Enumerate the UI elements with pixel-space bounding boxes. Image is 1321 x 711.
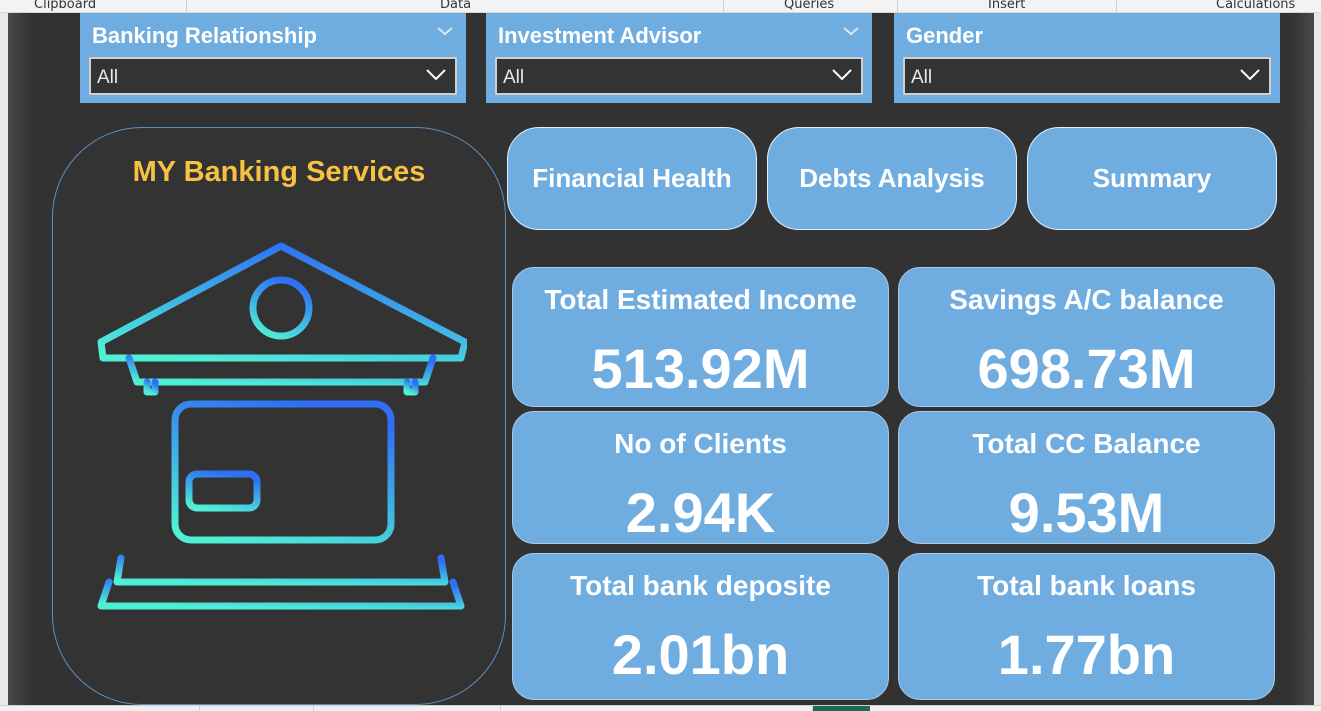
chevron-down-icon[interactable] xyxy=(842,24,860,38)
ribbon-group-queries[interactable]: Queries xyxy=(784,0,834,12)
page-tab[interactable] xyxy=(199,706,313,711)
kpi-label: Total bank deposite xyxy=(570,570,831,601)
ribbon-separator xyxy=(897,0,898,13)
slicer-dropdown[interactable]: All xyxy=(89,57,457,95)
chevron-down-icon[interactable] xyxy=(436,24,454,38)
chevron-down-icon xyxy=(1240,69,1260,81)
ribbon-separator xyxy=(1116,0,1117,13)
page-tab-active[interactable] xyxy=(812,706,870,711)
ribbon-group-calculations[interactable]: Calculations xyxy=(1216,0,1295,12)
kpi-value: 2.94K xyxy=(625,481,776,544)
slicer-investment-advisor: Investment Advisor All xyxy=(486,13,872,103)
kpi-label: Total bank loans xyxy=(977,570,1196,601)
kpi-label: Savings A/C balance xyxy=(949,284,1224,315)
ribbon-bar: Clipboard Data Queries Insert Calculatio… xyxy=(0,0,1321,13)
kpi-total-bank-deposit: Total bank deposite 2.01bn xyxy=(512,553,889,700)
bank-building-card-icon xyxy=(95,242,467,616)
slicer-selected-value: All xyxy=(503,67,525,88)
ribbon-group-clipboard[interactable]: Clipboard xyxy=(34,0,96,12)
page-tabs-strip xyxy=(0,705,1321,711)
financial-health-button[interactable]: Financial Health xyxy=(507,127,757,230)
ribbon-group-insert[interactable]: Insert xyxy=(988,0,1025,12)
ribbon-group-data[interactable]: Data xyxy=(440,0,471,12)
slicer-gender: Gender All xyxy=(894,13,1280,103)
kpi-value: 1.77bn xyxy=(997,623,1176,686)
logo-card: MY Banking Services xyxy=(52,127,506,705)
slicer-dropdown[interactable]: All xyxy=(495,57,863,95)
slicer-title: Banking Relationship xyxy=(92,23,317,48)
page-tab[interactable] xyxy=(313,706,500,711)
ribbon-separator xyxy=(723,0,724,13)
report-title: MY Banking Services xyxy=(132,156,426,188)
kpi-label: Total Estimated Income xyxy=(544,284,857,315)
ribbon-separator xyxy=(186,0,187,13)
kpi-value: 698.73M xyxy=(977,337,1196,400)
chevron-down-icon xyxy=(426,69,446,81)
kpi-value: 9.53M xyxy=(1008,481,1165,544)
kpi-label: Total CC Balance xyxy=(972,428,1201,459)
page-tab[interactable] xyxy=(500,706,676,711)
kpi-total-estimated-income: Total Estimated Income 513.92M xyxy=(512,267,889,407)
slicer-title: Investment Advisor xyxy=(498,23,702,48)
kpi-no-of-clients: No of Clients 2.94K xyxy=(512,411,889,544)
slicer-dropdown[interactable]: All xyxy=(903,57,1271,95)
kpi-value: 2.01bn xyxy=(611,623,790,686)
slicer-selected-value: All xyxy=(911,67,933,88)
kpi-value: 513.92M xyxy=(591,337,810,400)
slicer-selected-value: All xyxy=(97,67,119,88)
kpi-savings-balance: Savings A/C balance 698.73M xyxy=(898,267,1275,407)
kpi-total-cc-balance: Total CC Balance 9.53M xyxy=(898,411,1275,544)
slicer-banking-relationship: Banking Relationship All xyxy=(80,13,466,103)
debts-analysis-button[interactable]: Debts Analysis xyxy=(767,127,1017,230)
slicer-title: Gender xyxy=(906,23,984,48)
kpi-total-bank-loans: Total bank loans 1.77bn xyxy=(898,553,1275,700)
chevron-down-icon xyxy=(832,69,852,81)
summary-button[interactable]: Summary xyxy=(1027,127,1277,230)
kpi-label: No of Clients xyxy=(614,428,787,459)
